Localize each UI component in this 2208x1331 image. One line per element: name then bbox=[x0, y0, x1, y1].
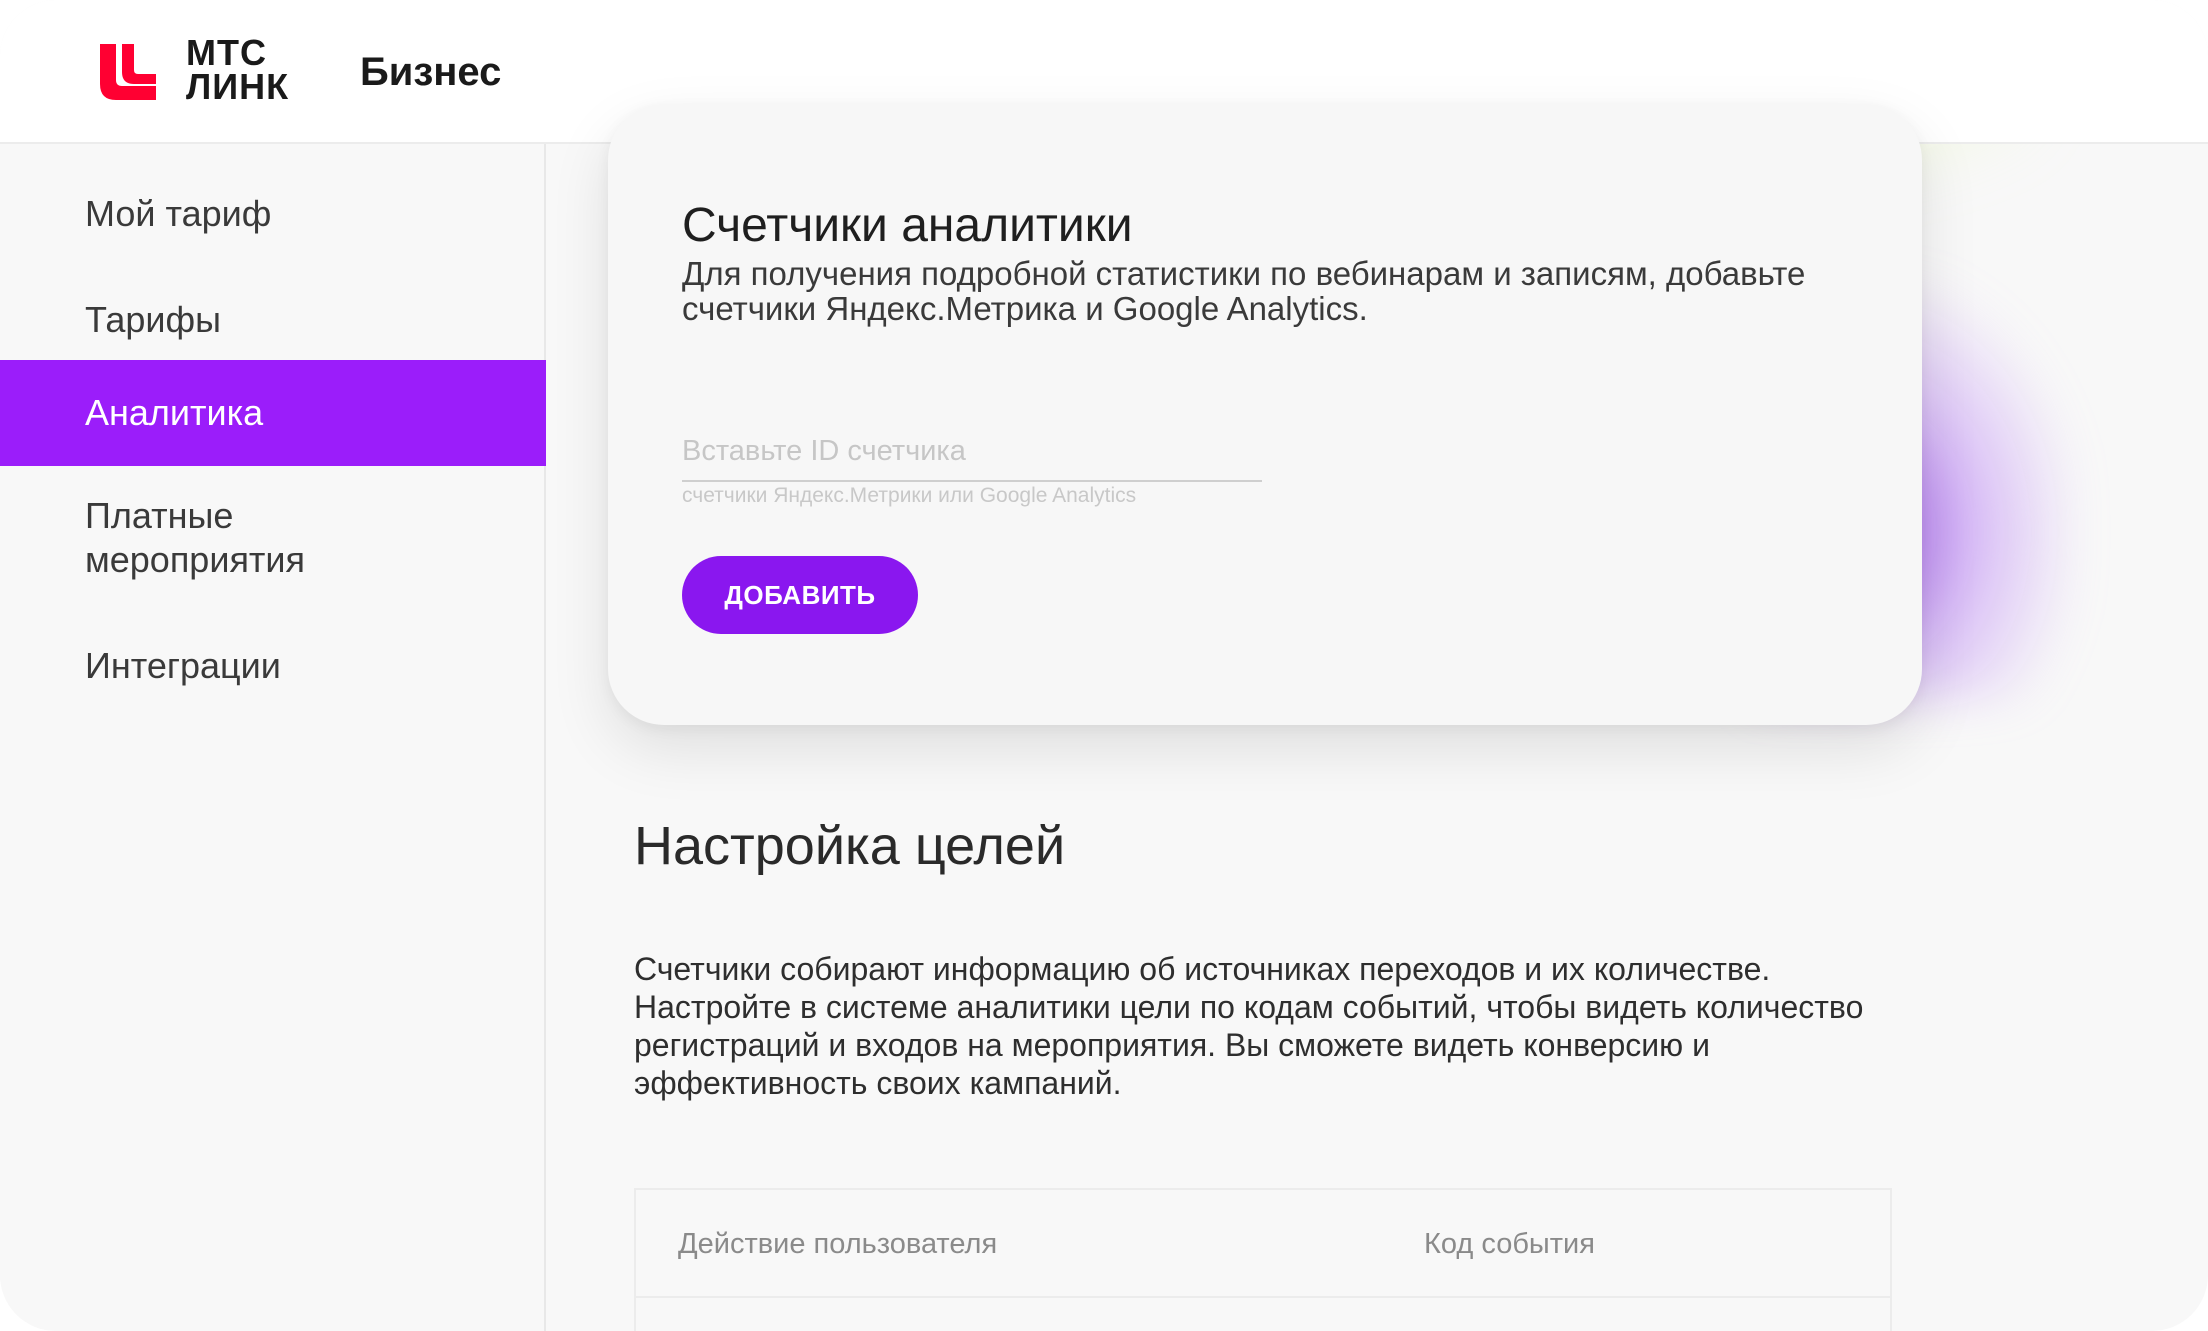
goals-section-title: Настройка целей bbox=[634, 816, 1066, 876]
sidebar-item-analytics[interactable]: Аналитика bbox=[0, 360, 546, 466]
table-header: Действие пользователя Код события bbox=[636, 1190, 1890, 1298]
sidebar-item-label: Аналитика bbox=[85, 392, 264, 433]
sidebar: Мой тариф Тарифы Аналитика Платные мероп… bbox=[0, 144, 546, 1331]
goals-text-line: Счетчики собирают информацию об источник… bbox=[634, 951, 1771, 987]
column-header-user-action: Действие пользователя bbox=[678, 1228, 998, 1260]
logo-line-2: ЛИНК bbox=[186, 66, 290, 107]
brand-suffix: Бизнес bbox=[360, 50, 502, 94]
sidebar-item-label: Интеграции bbox=[85, 645, 281, 686]
analytics-counters-card: Счетчики аналитики Для получения подробн… bbox=[608, 104, 1922, 725]
sidebar-item-label: Платные мероприятия bbox=[85, 495, 306, 580]
sidebar-item-label: Тарифы bbox=[85, 299, 222, 340]
column-header-event-code: Код события bbox=[1424, 1228, 1595, 1260]
logo-wordmark: МТС ЛИНК bbox=[186, 32, 290, 107]
goals-text-line: регистраций и входов на мероприятия. Вы … bbox=[634, 1027, 1710, 1063]
goals-section-text: Счетчики собирают информацию об источник… bbox=[634, 950, 2034, 1102]
sidebar-item-integrations[interactable]: Интеграции bbox=[0, 644, 546, 724]
sidebar-item-label: Мой тариф bbox=[85, 193, 272, 234]
sidebar-item-plans[interactable]: Тарифы bbox=[0, 280, 546, 360]
logo-line-1: МТС bbox=[186, 32, 267, 73]
sidebar-item-my-plan[interactable]: Мой тариф bbox=[0, 174, 546, 254]
counter-id-field bbox=[682, 426, 1262, 482]
mts-link-logo-icon[interactable] bbox=[96, 40, 160, 104]
event-codes-table: Действие пользователя Код события bbox=[634, 1188, 1892, 1331]
counter-id-hint: счетчики Яндекс.Метрики или Google Analy… bbox=[682, 484, 1137, 507]
add-counter-button[interactable]: ДОБАВИТЬ bbox=[682, 556, 918, 634]
counter-id-input[interactable] bbox=[682, 426, 1262, 476]
goals-text-line: Настройте в системе аналитики цели по ко… bbox=[634, 989, 1864, 1025]
card-description: Для получения подробной статистики по ве… bbox=[682, 255, 1806, 327]
goals-text-line: эффективность своих кампаний. bbox=[634, 1065, 1122, 1101]
app-window: МТС ЛИНК Бизнес Мой тариф Тарифы Аналити… bbox=[0, 0, 2208, 1331]
sidebar-item-paid-events[interactable]: Платные мероприятия bbox=[0, 494, 380, 594]
card-title: Счетчики аналитики bbox=[682, 199, 1133, 252]
